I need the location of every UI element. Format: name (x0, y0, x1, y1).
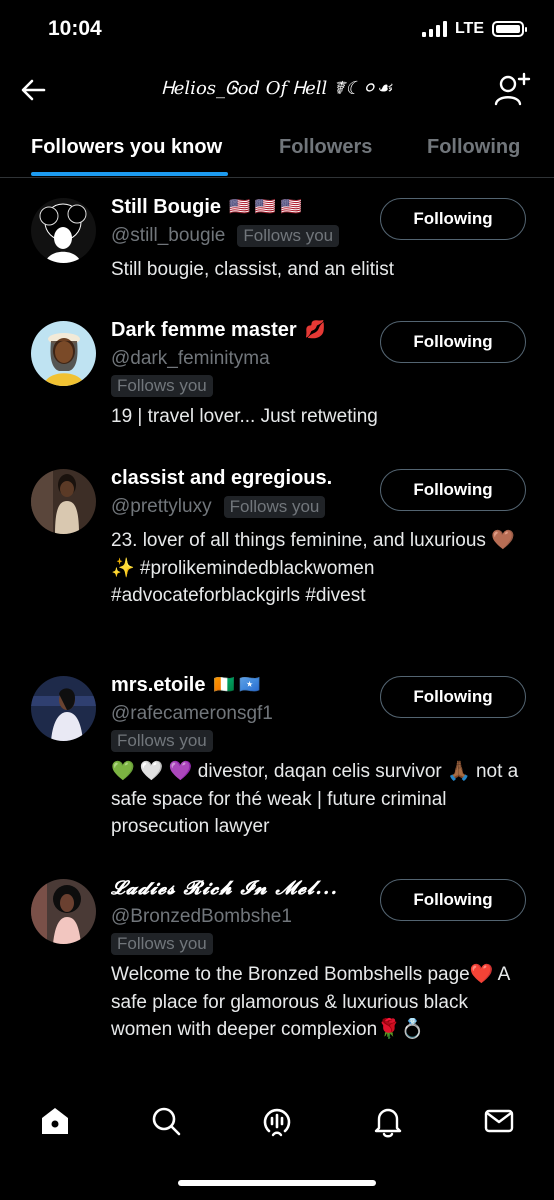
lips-emoji: 💋 (304, 320, 326, 339)
follows-you-badge: Follows you (111, 375, 213, 397)
user-name[interactable]: 𝓛𝓪𝓭𝓲𝓮𝓼 𝓡𝓲𝓬𝓱 𝓘𝓷 𝓜𝓮𝓵... (111, 877, 338, 899)
follows-you-badge: Follows you (237, 225, 340, 247)
follow-tabs: Followers you know Followers Following (0, 118, 554, 178)
user-bio: 💚 🤍 💜 divestor, daqan celis survivor 🙏🏾 … (111, 761, 519, 837)
user-name[interactable]: Still Bougie (111, 196, 221, 219)
back-button[interactable] (18, 74, 50, 106)
follows-you-badge: Follows you (111, 730, 213, 752)
avatar[interactable] (31, 469, 96, 534)
avatar[interactable] (31, 676, 96, 741)
tab-followers-you-know[interactable]: Followers you know (31, 136, 222, 159)
flag-emojis: 🇨🇮 🇸🇴 (213, 675, 261, 694)
profile-name-title: Ꮋelios_Ꮆod Of Ꮋell ☤☾⚪︎☙ (161, 78, 393, 99)
follows-you-badge: Follows you (111, 933, 213, 955)
home-icon (42, 1108, 68, 1134)
user-bio: 23. lover of all things feminine, and lu… (111, 530, 515, 606)
user-bio: Welcome to the Bronzed Bombshells page❤️… (111, 964, 510, 1040)
following-button[interactable]: Following (380, 676, 526, 718)
nav-search[interactable] (149, 1104, 183, 1138)
user-handle: @still_bougie (111, 225, 226, 246)
avatar[interactable] (31, 198, 96, 263)
arrow-left-icon (21, 79, 46, 101)
signal-icon (421, 21, 447, 37)
avatar[interactable] (31, 879, 96, 944)
person-add-icon (494, 72, 531, 106)
bottom-nav (0, 1090, 554, 1152)
user-handle: @prettyluxy (111, 496, 212, 517)
avatar[interactable] (31, 321, 96, 386)
user-name[interactable]: classist and egregious. (111, 467, 332, 490)
tab-following[interactable]: Following (427, 136, 520, 159)
bell-icon (374, 1108, 402, 1138)
battery-icon (492, 21, 527, 37)
user-name[interactable]: mrs.etoile (111, 674, 205, 697)
following-button[interactable]: Following (380, 469, 526, 511)
search-icon (152, 1107, 181, 1136)
nav-home[interactable] (38, 1104, 72, 1138)
user-handle: @BronzedBombshe1 (111, 906, 292, 927)
spaces-icon (263, 1108, 291, 1137)
following-button[interactable]: Following (380, 879, 526, 921)
tab-followers[interactable]: Followers (279, 136, 372, 159)
follows-you-badge: Follows you (223, 496, 326, 518)
following-button[interactable]: Following (380, 321, 526, 363)
user-handle: @rafecameronsgf1 (111, 703, 273, 724)
user-bio: Still bougie, classist, and an elitist (111, 259, 395, 280)
user-handle: @dark_feminityma (111, 348, 270, 369)
home-indicator[interactable] (178, 1180, 376, 1186)
status-indicators: LTE (421, 20, 527, 38)
user-bio: 19 | travel lover... Just retweting (111, 406, 378, 427)
network-label: LTE (454, 20, 484, 37)
status-time: 10:04 (48, 17, 102, 40)
nav-spaces[interactable] (260, 1104, 294, 1138)
user-name[interactable]: Dark femme master (111, 319, 297, 342)
followers-you-know-screen: 10:04 LTE Ꮋelios_Ꮆod Of Ꮋell ☤☾⚪︎☙ Follo… (0, 0, 554, 1200)
nav-messages[interactable] (482, 1104, 516, 1138)
top-header: Ꮋelios_Ꮆod Of Ꮋell ☤☾⚪︎☙ (0, 62, 554, 118)
flag-emojis: 🇺🇸 🇺🇸 🇺🇸 (229, 197, 302, 216)
following-button[interactable]: Following (380, 198, 526, 240)
nav-notifications[interactable] (371, 1104, 405, 1138)
add-user-button[interactable] (492, 70, 532, 110)
active-tab-indicator (31, 172, 228, 176)
mail-icon (484, 1109, 514, 1133)
status-bar: 10:04 LTE (0, 0, 554, 62)
